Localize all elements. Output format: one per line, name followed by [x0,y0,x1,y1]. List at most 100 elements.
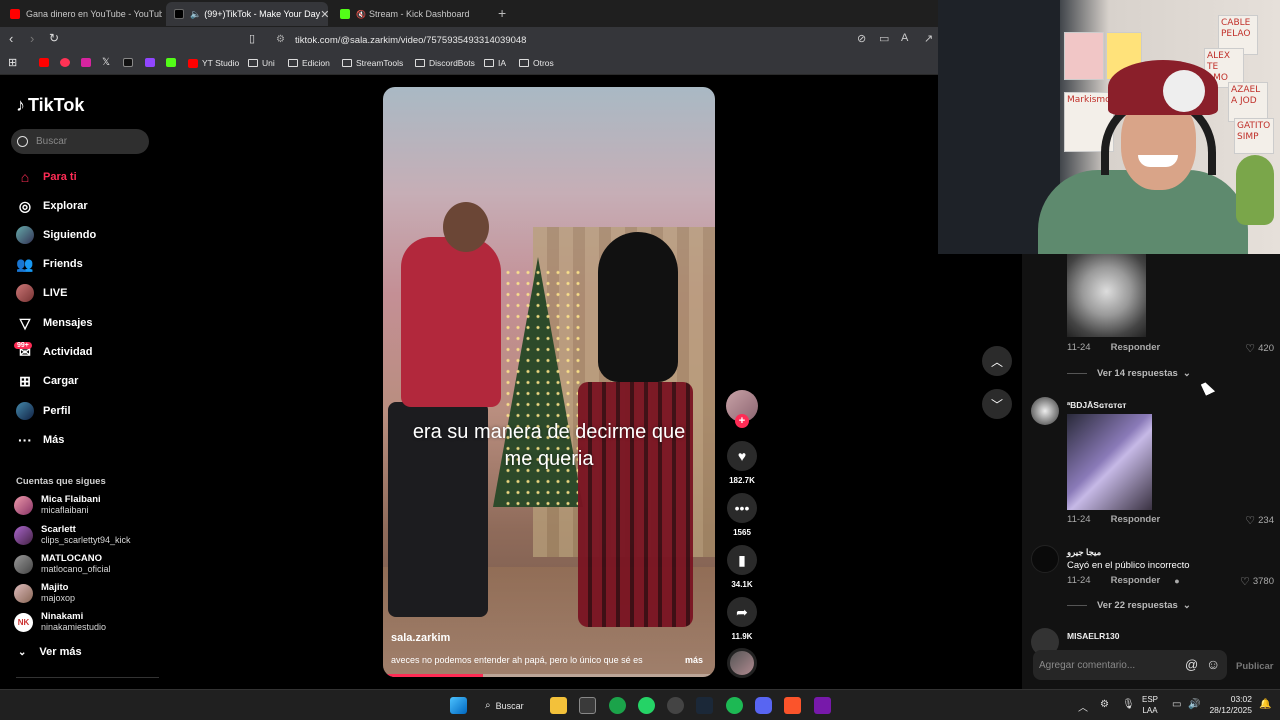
bookmark-instagram-icon[interactable] [81,58,95,67]
app-icon[interactable] [579,697,596,714]
settings-tray-icon[interactable]: ⚙ [1100,699,1109,710]
following-account[interactable]: Mica Flaibani micaflaibani [14,491,101,519]
share-page-icon[interactable]: ↗ [924,32,933,45]
show-hidden-icons[interactable]: ︿ [1078,699,1088,714]
system-clock[interactable]: 03:02 28/12/2025 [1206,694,1252,716]
mention-icon[interactable]: @ [1185,657,1198,672]
comment-input[interactable]: Agregar comentario... @ ☺ [1033,650,1227,680]
bookmark-folder-ia[interactable]: IA [484,58,506,68]
follow-plus-icon[interactable]: + [735,414,749,428]
nav-live[interactable]: LIVE [16,282,67,304]
nav-mas[interactable]: ··· Más [16,429,64,451]
following-account[interactable]: NK Ninakami ninakamiestudio [14,608,106,636]
translate-icon[interactable]: A [901,32,908,44]
comment-button[interactable]: ••• 1565 [726,493,758,537]
avatar[interactable] [1031,397,1059,425]
site-settings-icon[interactable]: ⚙ [276,34,285,45]
see-more-button[interactable]: ⌄ Ver más [18,646,82,658]
tab-tiktok[interactable]: 🔈 (99+)TikTok - Make Your Day ✕ [166,2,328,26]
reply-button[interactable]: Responder [1111,342,1161,353]
save-button[interactable]: ▮ 34.1K [726,545,758,589]
close-tab-icon[interactable]: ✕ [320,8,328,21]
steam-icon[interactable] [696,697,713,714]
music-disc-icon[interactable] [727,648,757,678]
comment-image[interactable] [1067,414,1152,510]
bookmark-folder-streamtools[interactable]: StreamTools [342,58,403,68]
video-progress-bar[interactable] [383,674,715,677]
cast-icon[interactable]: ▭ [879,32,889,45]
bookmark-youtube-icon[interactable] [39,58,53,67]
bookmark-yt-studio[interactable]: YT Studio [188,58,239,68]
nav-explorar[interactable]: ◎ Explorar [16,195,88,217]
like-button[interactable]: ♥ 182.7K [726,441,758,485]
network-icon[interactable]: ▭ [1172,699,1181,710]
tiktok-logo[interactable]: ♪ TikTok [16,95,84,116]
next-video-button[interactable]: ﹀ [982,389,1012,419]
forward-icon[interactable]: › [30,31,34,46]
windows-start-icon[interactable] [450,697,467,714]
chrome-icon[interactable] [609,697,626,714]
description-more-button[interactable]: más [685,655,703,665]
nav-cargar[interactable]: ⊞ Cargar [16,370,78,392]
address-bar[interactable]: ⚙ tiktok.com/@sala.zarkim/video/75759354… [270,31,938,49]
taskbar-search[interactable]: ⌕ Buscar [485,695,545,716]
obs-icon[interactable] [667,697,684,714]
bookmark-folder-otros[interactable]: Otros [519,58,554,68]
publish-button[interactable]: Publicar [1236,661,1274,672]
whatsapp-icon[interactable] [638,697,655,714]
file-explorer-icon[interactable] [550,697,567,714]
reload-icon[interactable]: ↻ [49,31,59,45]
notification-bell-icon[interactable]: 🔔 [1259,699,1271,710]
video-author[interactable]: sala.zarkim [391,632,450,644]
video-off-icon[interactable]: ⊘ [857,32,866,45]
comment-username[interactable]: MISAELR130 [1067,631,1119,641]
nav-mensajes[interactable]: ▽ Mensajes [16,312,93,334]
comment-username[interactable]: ªBDJĀSɢᴛɢᴛɢᴛ [1067,400,1126,410]
following-account[interactable]: MATLOCANO matlocano_oficial [14,550,111,578]
microphone-icon[interactable]: 🎙 [1122,699,1135,710]
bookmark-x-icon[interactable]: 𝕏 [102,57,110,68]
following-account[interactable]: Scarlett clips_scarlettyt94_kick [14,521,131,549]
comment-image[interactable] [1067,254,1146,337]
bookmark-folder-discordbots[interactable]: DiscordBots [415,58,475,68]
bookmark-folder-edicion[interactable]: Edicion [288,58,330,68]
onenote-icon[interactable] [814,697,831,714]
comment-like-button[interactable]: ♡ 234 [1245,514,1274,527]
nav-siguiendo[interactable]: Siguiendo [16,224,96,246]
comment-username[interactable]: ميجا جيرو [1067,547,1101,558]
apps-grid-icon[interactable]: ⊞ [8,56,17,69]
comment-like-button[interactable]: ♡ 3780 [1240,575,1274,588]
tab-kick[interactable]: 🔇 Stream - Kick Dashboard [332,2,494,26]
brave-icon[interactable] [784,697,801,714]
profile-avatar-icon [16,402,34,420]
reply-button[interactable]: Responder [1111,514,1161,525]
spotify-icon[interactable] [726,697,743,714]
avatar[interactable] [1031,545,1059,573]
bookmark-twitch-icon[interactable] [145,58,159,67]
view-replies-button[interactable]: Ver 22 respuestas ⌄ [1067,600,1191,611]
home-icon: ⌂ [20,169,30,185]
new-tab-button[interactable]: + [498,5,506,21]
reply-button[interactable]: Responder [1111,575,1161,586]
video-player[interactable]: era su manera de decirme que me queria s… [383,87,715,677]
bookmark-page-icon[interactable]: ▯ [249,32,255,45]
bookmark-folder-uni[interactable]: Uni [248,58,275,68]
bookmark-youtube-music-icon[interactable] [60,58,74,67]
comment-like-button[interactable]: ♡ 420 [1245,342,1274,355]
language-indicator[interactable]: ESP LAA [1142,694,1158,716]
nav-friends[interactable]: 👥 Friends [16,253,82,275]
search-input[interactable]: Buscar [11,129,149,154]
previous-video-button[interactable]: ︿ [982,346,1012,376]
volume-icon[interactable]: 🔊 [1188,699,1200,710]
tab-youtube[interactable]: Gana dinero en YouTube - YouTube [2,2,162,26]
bookmark-kick-icon[interactable] [166,58,180,67]
nav-para-ti[interactable]: ⌂ Para ti [16,166,77,188]
discord-icon[interactable] [755,697,772,714]
share-button[interactable]: ➦ 11.9K [726,597,758,641]
nav-perfil[interactable]: Perfil [16,400,71,422]
emoji-icon[interactable]: ☺ [1206,656,1220,672]
view-replies-button[interactable]: Ver 14 respuestas ⌄ [1067,368,1191,379]
bookmark-tiktok-icon[interactable] [123,58,137,67]
following-account[interactable]: Majito majoxop [14,579,75,607]
back-icon[interactable]: ‹ [9,31,13,46]
